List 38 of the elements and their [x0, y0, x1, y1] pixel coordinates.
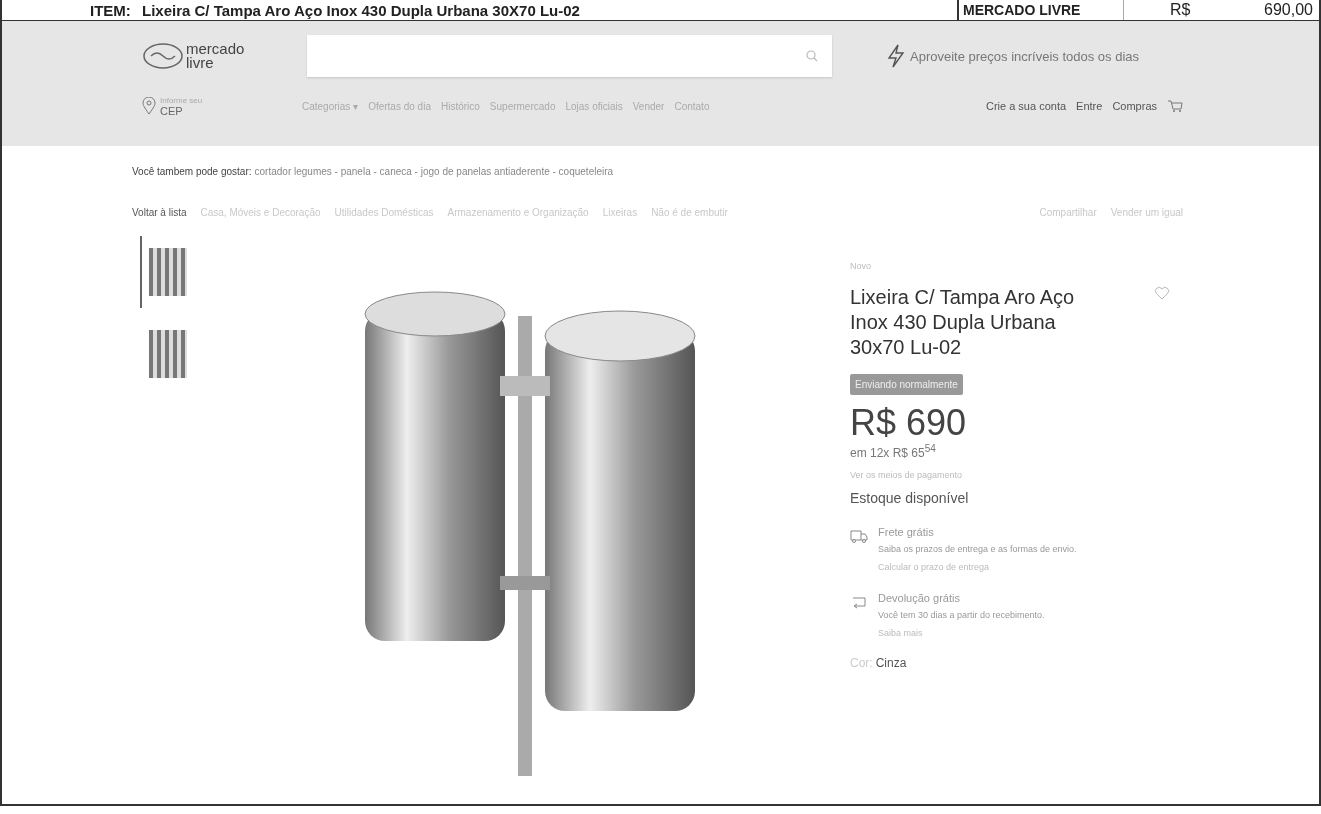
benefit-link[interactable]: Calcular o prazo de entrega: [878, 562, 1077, 572]
account-link[interactable]: Compras: [1112, 100, 1157, 112]
condition-label: Novo: [850, 261, 872, 271]
nav-link[interactable]: Histórico: [440, 100, 480, 112]
nav-link[interactable]: Vender: [632, 100, 665, 112]
nav-link[interactable]: Contato: [674, 100, 710, 112]
nav-link[interactable]: Categorias ▾: [302, 100, 359, 112]
stock-status: Estoque disponível: [850, 490, 970, 506]
benefit-title: Devolução grátis: [878, 592, 961, 604]
lightning-icon: [886, 44, 906, 68]
product-title: Lixeira C/ Tampa Aro Aço Inox 430 Dupla Urbana 30x70 Lu-02: [850, 285, 1076, 360]
promo-text: Aproveite preços incríveis todos os dias: [910, 48, 1140, 64]
benefit-detail: Você tem 30 dias a partir do recebimento.: [878, 610, 1045, 620]
heart-icon[interactable]: [1154, 285, 1170, 301]
item-price: 690,00: [1263, 0, 1314, 20]
nav-link[interactable]: Supermercado: [489, 100, 556, 112]
product-price: R$ 690: [850, 403, 968, 443]
search-field[interactable]: [307, 35, 832, 77]
suggestion-links[interactable]: cortador legumes - panela - caneca - jogo de panelas antiaderente - coqueteleira: [254, 166, 614, 177]
item-title: Lixeira C/ Tampa Aro Aço Inox 430 Dupla Urbana 30X70 Lu-02: [142, 0, 581, 20]
payment-methods-link[interactable]: Ver os meios de pagamento: [850, 470, 1180, 480]
benefit-detail: Saiba os prazos de entrega e as formas de envio.: [878, 544, 1077, 554]
color-value: Cinza: [875, 656, 907, 670]
currency-label: R$: [1169, 0, 1192, 20]
shipping-status-badge: Enviando normalmente: [850, 374, 963, 395]
account-link[interactable]: Crie a sua conta: [985, 100, 1067, 112]
suggestions-label: Você tambem pode gostar:: [132, 166, 252, 177]
account-link[interactable]: Entre: [1076, 100, 1103, 112]
cart-icon[interactable]: [1167, 99, 1183, 113]
truck-icon: [850, 528, 868, 544]
back-link[interactable]: Voltar à lista: [132, 207, 187, 218]
installments-text: em 12x R$ 65$^{54}$: [850, 443, 937, 460]
benefit-title: Frete grátis: [878, 526, 935, 538]
location-pin-icon: [142, 97, 156, 115]
search-icon: [806, 50, 818, 62]
item-label: ITEM:: [89, 0, 132, 20]
return-arrow-icon: [850, 594, 868, 610]
logo-text[interactable]: mercado livre: [186, 42, 245, 70]
